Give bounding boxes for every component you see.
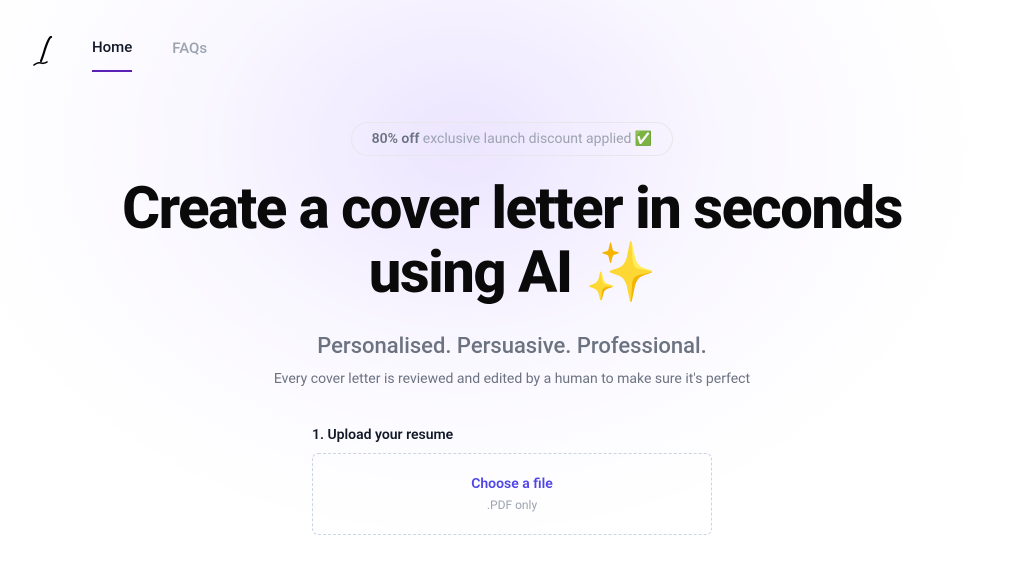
upload-dropzone[interactable]: Choose a file .PDF only [312,453,712,535]
discount-amount: 80% off [372,131,420,147]
discount-text: exclusive launch discount applied ✅ [419,131,652,147]
upload-step-label: 1. Upload your resume [312,427,712,443]
pen-icon [31,35,61,67]
header: Home FAQs [0,0,1024,72]
nav-faqs[interactable]: FAQs [172,31,207,71]
main-content: 80% off exclusive launch discount applie… [0,72,1024,535]
upload-section: 1. Upload your resume Choose a file .PDF… [312,427,712,535]
main-nav: Home FAQs [92,30,207,72]
description: Every cover letter is reviewed and edite… [274,371,750,387]
discount-badge: 80% off exclusive launch discount applie… [351,122,674,156]
choose-file-button[interactable]: Choose a file [333,476,691,492]
page-title: Create a cover letter in seconds using A… [92,178,932,306]
logo[interactable] [30,35,62,67]
subheadline: Personalised. Persuasive. Professional. [317,334,707,359]
file-format-hint: .PDF only [333,498,691,512]
nav-home[interactable]: Home [92,30,132,72]
